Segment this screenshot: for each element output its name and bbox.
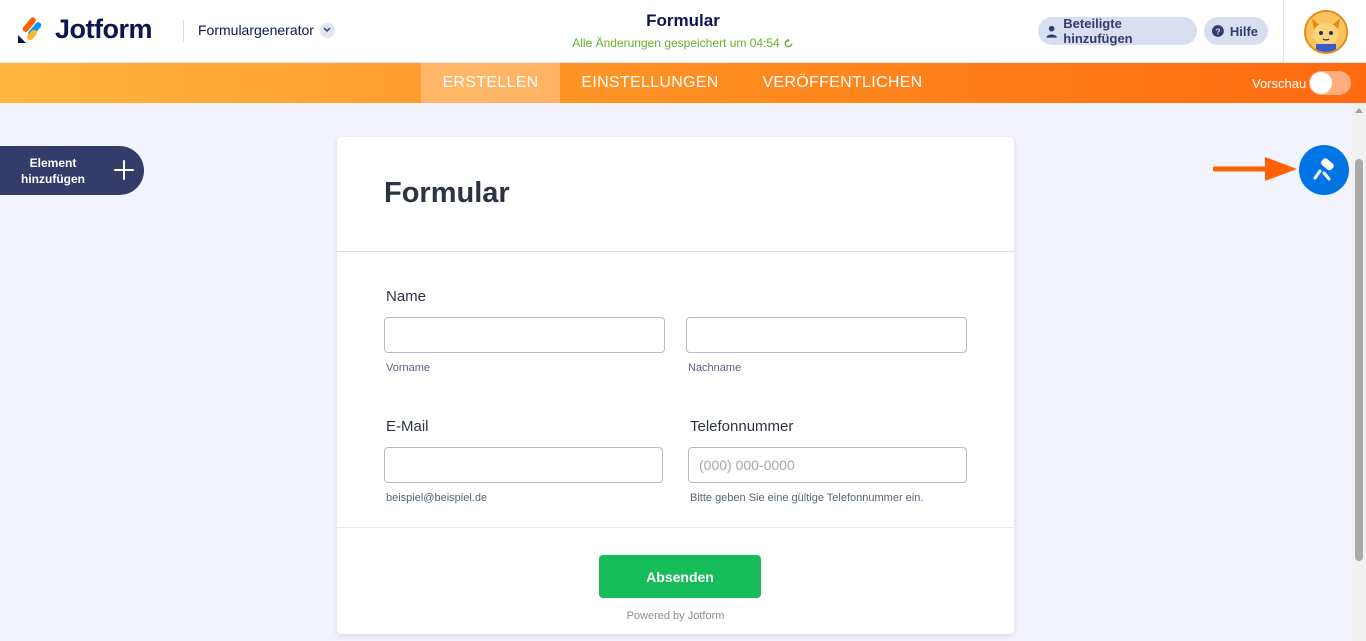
logo-text: Jotform — [55, 14, 153, 44]
form-heading[interactable]: Formular — [384, 177, 510, 210]
arrow-right-icon — [1213, 157, 1297, 181]
question-circle-icon: ? — [1212, 25, 1224, 37]
heading-divider — [337, 251, 1014, 252]
last-name-input[interactable] — [686, 317, 967, 353]
submit-button[interactable]: Absenden — [599, 555, 761, 598]
add-collaborators-button[interactable]: Beteiligte hinzufügen — [1038, 16, 1197, 46]
jotform-logo[interactable]: Jotform — [17, 14, 153, 45]
help-label: Hilfe — [1229, 23, 1258, 39]
refresh-icon[interactable] — [783, 37, 794, 49]
save-status: Alle Änderungen gespeichert um 04:54 — [483, 36, 883, 50]
first-name-input[interactable] — [384, 317, 665, 353]
add-element-button[interactable]: Element hinzufügen — [0, 146, 144, 195]
chevron-down-icon — [319, 22, 335, 38]
tab-publish[interactable]: VERÖFFENTLICHEN — [740, 63, 945, 103]
add-element-line2: hinzufügen — [21, 172, 85, 186]
paint-roller-icon — [1313, 158, 1334, 181]
email-sublabel: beispiel@beispiel.de — [386, 492, 488, 504]
preview-toggle[interactable] — [1309, 71, 1351, 95]
builder-label: Formulargenerator — [198, 22, 314, 38]
powered-by-text[interactable]: Powered by Jotform — [337, 610, 1014, 622]
page-scrollbar[interactable] — [1352, 103, 1366, 641]
scroll-up-icon[interactable] — [1355, 108, 1363, 113]
preview-toggle-knob — [1310, 72, 1332, 94]
builder-navbar: ERSTELLEN EINSTELLUNGEN VERÖFFENTLICHEN … — [0, 63, 1366, 103]
name-label: Name — [386, 288, 427, 305]
last-name-sublabel: Nachname — [688, 362, 742, 374]
email-label: E-Mail — [386, 418, 429, 435]
phone-input[interactable] — [688, 447, 967, 483]
form-designer-button[interactable] — [1299, 145, 1349, 195]
preview-label: Vorschau — [1252, 76, 1307, 91]
top-header: Jotform Formulargenerator Formular Alle … — [0, 0, 1366, 63]
phone-label: Telefonnummer — [690, 418, 794, 435]
tab-build[interactable]: ERSTELLEN — [421, 63, 560, 103]
header-divider — [183, 20, 184, 42]
header-separator — [1283, 0, 1284, 63]
builder-dropdown[interactable]: Formulargenerator — [198, 22, 335, 38]
form-card: Formular Name Vorname Nachname E-Mail be… — [337, 137, 1014, 634]
add-collaborators-label: Beteiligte hinzufügen — [1063, 16, 1133, 46]
add-element-label: Element hinzufügen — [14, 155, 92, 187]
plus-icon — [114, 160, 134, 180]
first-name-sublabel: Vorname — [386, 362, 431, 374]
form-title[interactable]: Formular — [483, 11, 883, 31]
save-status-text: Alle Änderungen gespeichert um 04:54 — [572, 36, 780, 50]
scroll-thumb[interactable] — [1355, 159, 1363, 561]
submit-divider — [337, 527, 1014, 528]
email-field[interactable] — [384, 447, 663, 483]
user-icon — [1046, 25, 1057, 38]
jotform-logo-icon — [18, 16, 42, 43]
form-title-area: Formular Alle Änderungen gespeichert um … — [483, 11, 883, 50]
phone-sublabel: Bitte geben Sie eine gültige Telefonnumm… — [690, 492, 924, 504]
avatar[interactable] — [1304, 10, 1348, 54]
help-button[interactable]: ? Hilfe — [1204, 17, 1268, 45]
cat-avatar-icon — [1306, 12, 1346, 52]
add-element-line1: Element — [29, 156, 77, 170]
svg-text:?: ? — [1215, 26, 1220, 36]
tab-settings[interactable]: EINSTELLUNGEN — [560, 63, 740, 103]
